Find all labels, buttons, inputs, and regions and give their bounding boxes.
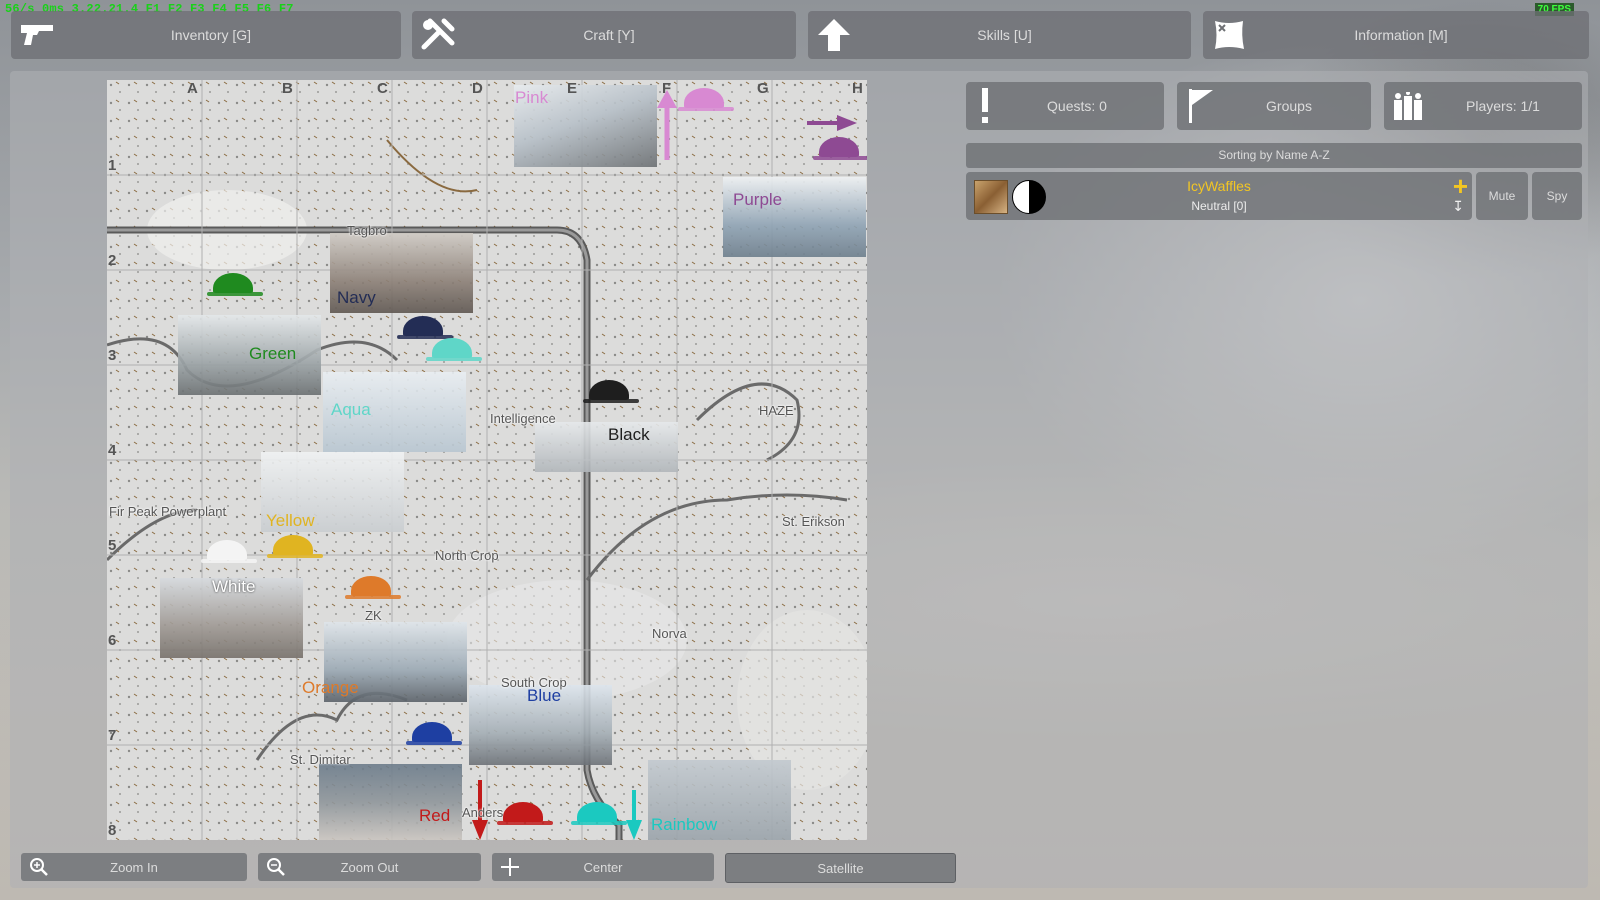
mute-button[interactable]: Mute [1476,172,1528,220]
location-north-crop: North Crop [435,548,499,563]
zoom-out-button[interactable]: Zoom Out [258,853,481,881]
satellite-label: Satellite [817,860,864,876]
red-base-photo [319,764,462,840]
down-arrow-icon[interactable]: ↧ [1452,198,1464,215]
craft-button[interactable]: Craft [Y] [412,11,796,59]
spy-button[interactable]: Spy [1532,172,1582,220]
team-label-navy: Navy [337,288,376,307]
player-faction: Neutral [0] [1191,199,1247,213]
arrow-up-icon [818,19,850,51]
zoom-out-icon [267,858,285,876]
zoom-in-button[interactable]: Zoom In [21,853,247,881]
grid-col-e: E [567,80,578,97]
grid-row-1: 1 [108,157,117,174]
craft-label: Craft [Y] [583,27,635,43]
player-row[interactable]: IcyWaffles Neutral [0] + ↧ [966,172,1472,220]
grid-col-h: H [852,80,863,97]
location-norva: Norva [652,626,687,641]
location-fir-peak-powerplant: Fir Peak Powerplant [109,504,227,519]
center-button[interactable]: Center [492,853,714,881]
grid-row-7: 7 [108,727,117,744]
team-label-orange: Orange [302,678,359,697]
team-label-purple: Purple [733,190,783,209]
location-st-erikson: St. Erikson [782,514,845,529]
satellite-button[interactable]: Satellite [725,853,956,883]
location-anders: Anders [462,805,504,820]
player-name: IcyWaffles [1187,178,1251,194]
location-zk: ZK [365,608,382,623]
team-label-blue: Blue [527,686,562,705]
pistol-icon [21,25,53,45]
grid-row-3: 3 [108,347,117,364]
grid-col-f: F [662,80,672,97]
team-label-rainbow: Rainbow [651,815,718,834]
quests-label: Quests: 0 [1047,98,1107,114]
add-player-icon[interactable]: + [1453,173,1468,199]
grid-col-a: A [187,80,198,97]
treasure-map-icon [1215,21,1244,49]
grid-row-5: 5 [108,537,117,554]
skills-label: Skills [U] [977,27,1032,43]
players-button[interactable]: Players: 1/1 [1384,82,1582,130]
players-icon [1394,92,1422,120]
zoom-out-label: Zoom Out [340,859,399,875]
exclamation-icon [982,88,988,123]
grid-row-4: 4 [108,442,117,459]
grid-row-2: 2 [108,252,117,269]
team-label-pink: Pink [515,88,549,107]
zoom-in-icon [30,858,48,876]
tools-icon [421,18,455,50]
team-label-green: Green [249,344,297,363]
center-label: Center [583,859,623,875]
purple-base-photo [723,177,866,257]
location-intelligence: Intelligence [490,411,556,426]
location-st-dimitar: St. Dimitar [290,752,351,767]
team-label-yellow: Yellow [266,511,315,530]
location-tagbro: Tagbro [347,223,387,238]
team-label-aqua: Aqua [331,400,371,419]
world-map[interactable]: A B C D E F G H 1 2 3 4 5 6 7 8 Tagbro I… [107,80,867,840]
grid-row-8: 8 [108,822,117,839]
quests-button[interactable]: Quests: 0 [966,82,1164,130]
team-label-black: Black [608,425,650,444]
black-base-photo [535,422,678,472]
plus-icon [501,858,519,876]
grid-col-b: B [282,80,293,97]
team-label-red: Red [419,806,451,825]
location-haze: HAZE [759,403,794,418]
inventory-label: Inventory [G] [170,27,252,43]
team-label-white: White [212,577,256,596]
grid-row-6: 6 [108,632,117,649]
zoom-in-label: Zoom In [110,859,158,875]
groups-button[interactable]: Groups [1177,82,1371,130]
sort-bar[interactable]: Sorting by Name A-Z [966,143,1582,168]
grid-col-c: C [377,80,388,97]
grid-col-d: D [472,80,483,97]
information-button[interactable]: Information [M] [1203,11,1589,59]
grid-col-g: G [757,80,769,97]
inventory-button[interactable]: Inventory [G] [11,11,401,59]
information-label: Information [M] [1354,27,1448,43]
skills-button[interactable]: Skills [U] [808,11,1191,59]
flag-icon [1189,89,1213,123]
